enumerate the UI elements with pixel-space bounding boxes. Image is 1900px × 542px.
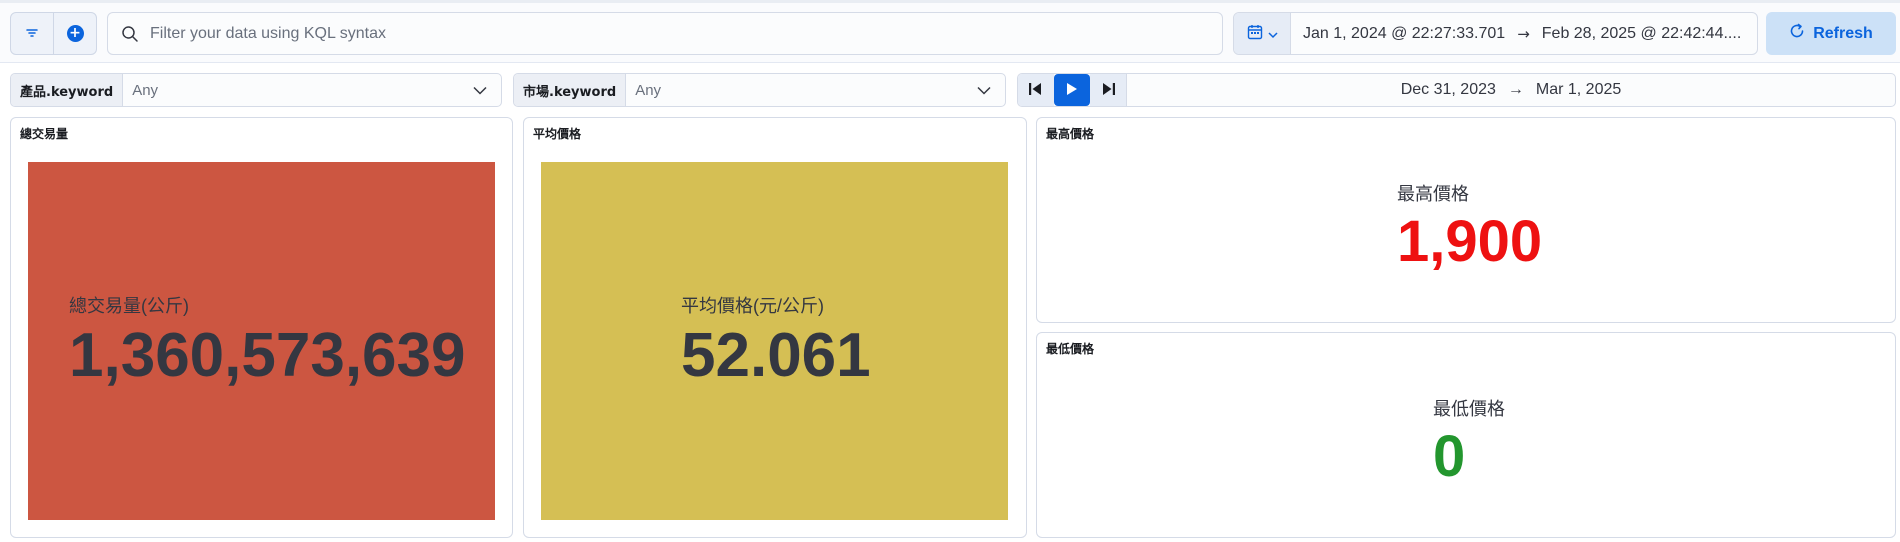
filter-menu-button[interactable] <box>11 13 53 54</box>
product-control-value[interactable]: Any <box>132 82 471 99</box>
previous-button[interactable] <box>1018 74 1054 106</box>
date-start[interactable]: Jan 1, 2024 @ 22:27:33.701 <box>1303 25 1505 43</box>
filter-button-group: + <box>10 12 97 55</box>
market-control-value[interactable]: Any <box>635 82 975 99</box>
filter-icon <box>25 24 39 43</box>
refresh-label: Refresh <box>1813 24 1873 42</box>
metric-value: 0 <box>1433 424 1466 489</box>
min-price-metric: 最低價格 0 <box>1433 395 1505 490</box>
max-price-metric: 最高價格 1,900 <box>1397 180 1542 275</box>
market-control[interactable]: 市場.keyword Any <box>513 73 1006 107</box>
metric-label: 最高價格 <box>1397 184 1469 204</box>
max-price-panel: 最高價格 最高價格 1,900 <box>1036 117 1896 323</box>
range-end: Mar 1, 2025 <box>1535 81 1622 98</box>
total-volume-metric: 總交易量(公斤) 1,360,573,639 <box>28 162 495 520</box>
play-icon <box>1066 81 1078 100</box>
product-control[interactable]: 產品.keyword Any <box>10 73 502 107</box>
previous-icon <box>1028 81 1044 100</box>
product-control-label: 產品.keyword <box>11 74 124 106</box>
chevron-down-icon <box>1267 24 1278 43</box>
metric-value: 52.061 <box>681 320 871 390</box>
refresh-icon <box>1789 23 1805 44</box>
panel-title: 平均價格 <box>533 127 582 141</box>
panel-title: 總交易量 <box>20 127 69 141</box>
metric-label: 最低價格 <box>1433 399 1505 419</box>
plus-circle-icon: + <box>66 25 84 42</box>
metric-value: 1,360,573,639 <box>69 320 466 390</box>
panel-title: 最高價格 <box>1046 127 1095 141</box>
total-volume-panel: 總交易量 總交易量(公斤) 1,360,573,639 <box>10 117 513 538</box>
date-picker[interactable]: Jan 1, 2024 @ 22:27:33.701 → Feb 28, 202… <box>1233 12 1758 55</box>
add-filter-button[interactable]: + <box>53 13 96 54</box>
next-icon <box>1100 81 1116 100</box>
metric-value: 1,900 <box>1397 209 1543 274</box>
metric-label: 總交易量(公斤) <box>69 295 189 316</box>
chevron-down-icon[interactable] <box>975 86 993 95</box>
time-range-display[interactable]: Dec 31, 2023 → Mar 1, 2025 <box>1126 74 1895 106</box>
min-price-panel: 最低價格 最低價格 0 <box>1036 332 1896 538</box>
query-bar: + Jan 1, 2024 @ 22:27:33.701 → Feb 28, 2… <box>0 3 1900 63</box>
arrow-right-icon: → <box>1507 81 1524 98</box>
refresh-button[interactable]: Refresh <box>1766 12 1896 55</box>
date-end[interactable]: Feb 28, 2025 @ 22:42:44.... <box>1542 25 1742 43</box>
metric-label: 平均價格(元/公斤) <box>681 295 824 316</box>
search-icon <box>119 23 141 45</box>
chevron-down-icon[interactable] <box>471 86 489 95</box>
average-price-metric: 平均價格(元/公斤) 52.061 <box>541 162 1008 520</box>
search-box[interactable] <box>107 12 1223 55</box>
quick-menu-button[interactable] <box>1234 13 1291 54</box>
panel-title: 最低價格 <box>1046 342 1095 356</box>
time-slider-control: Dec 31, 2023 → Mar 1, 2025 <box>1017 73 1896 107</box>
arrow-right-icon: → <box>1517 24 1530 43</box>
calendar-icon <box>1247 24 1263 44</box>
search-input[interactable] <box>150 24 1210 43</box>
average-price-panel: 平均價格 平均價格(元/公斤) 52.061 <box>523 117 1027 538</box>
market-control-label: 市場.keyword <box>514 74 627 106</box>
next-button[interactable] <box>1090 74 1126 106</box>
play-button[interactable] <box>1054 74 1090 106</box>
range-start: Dec 31, 2023 <box>1400 81 1496 98</box>
